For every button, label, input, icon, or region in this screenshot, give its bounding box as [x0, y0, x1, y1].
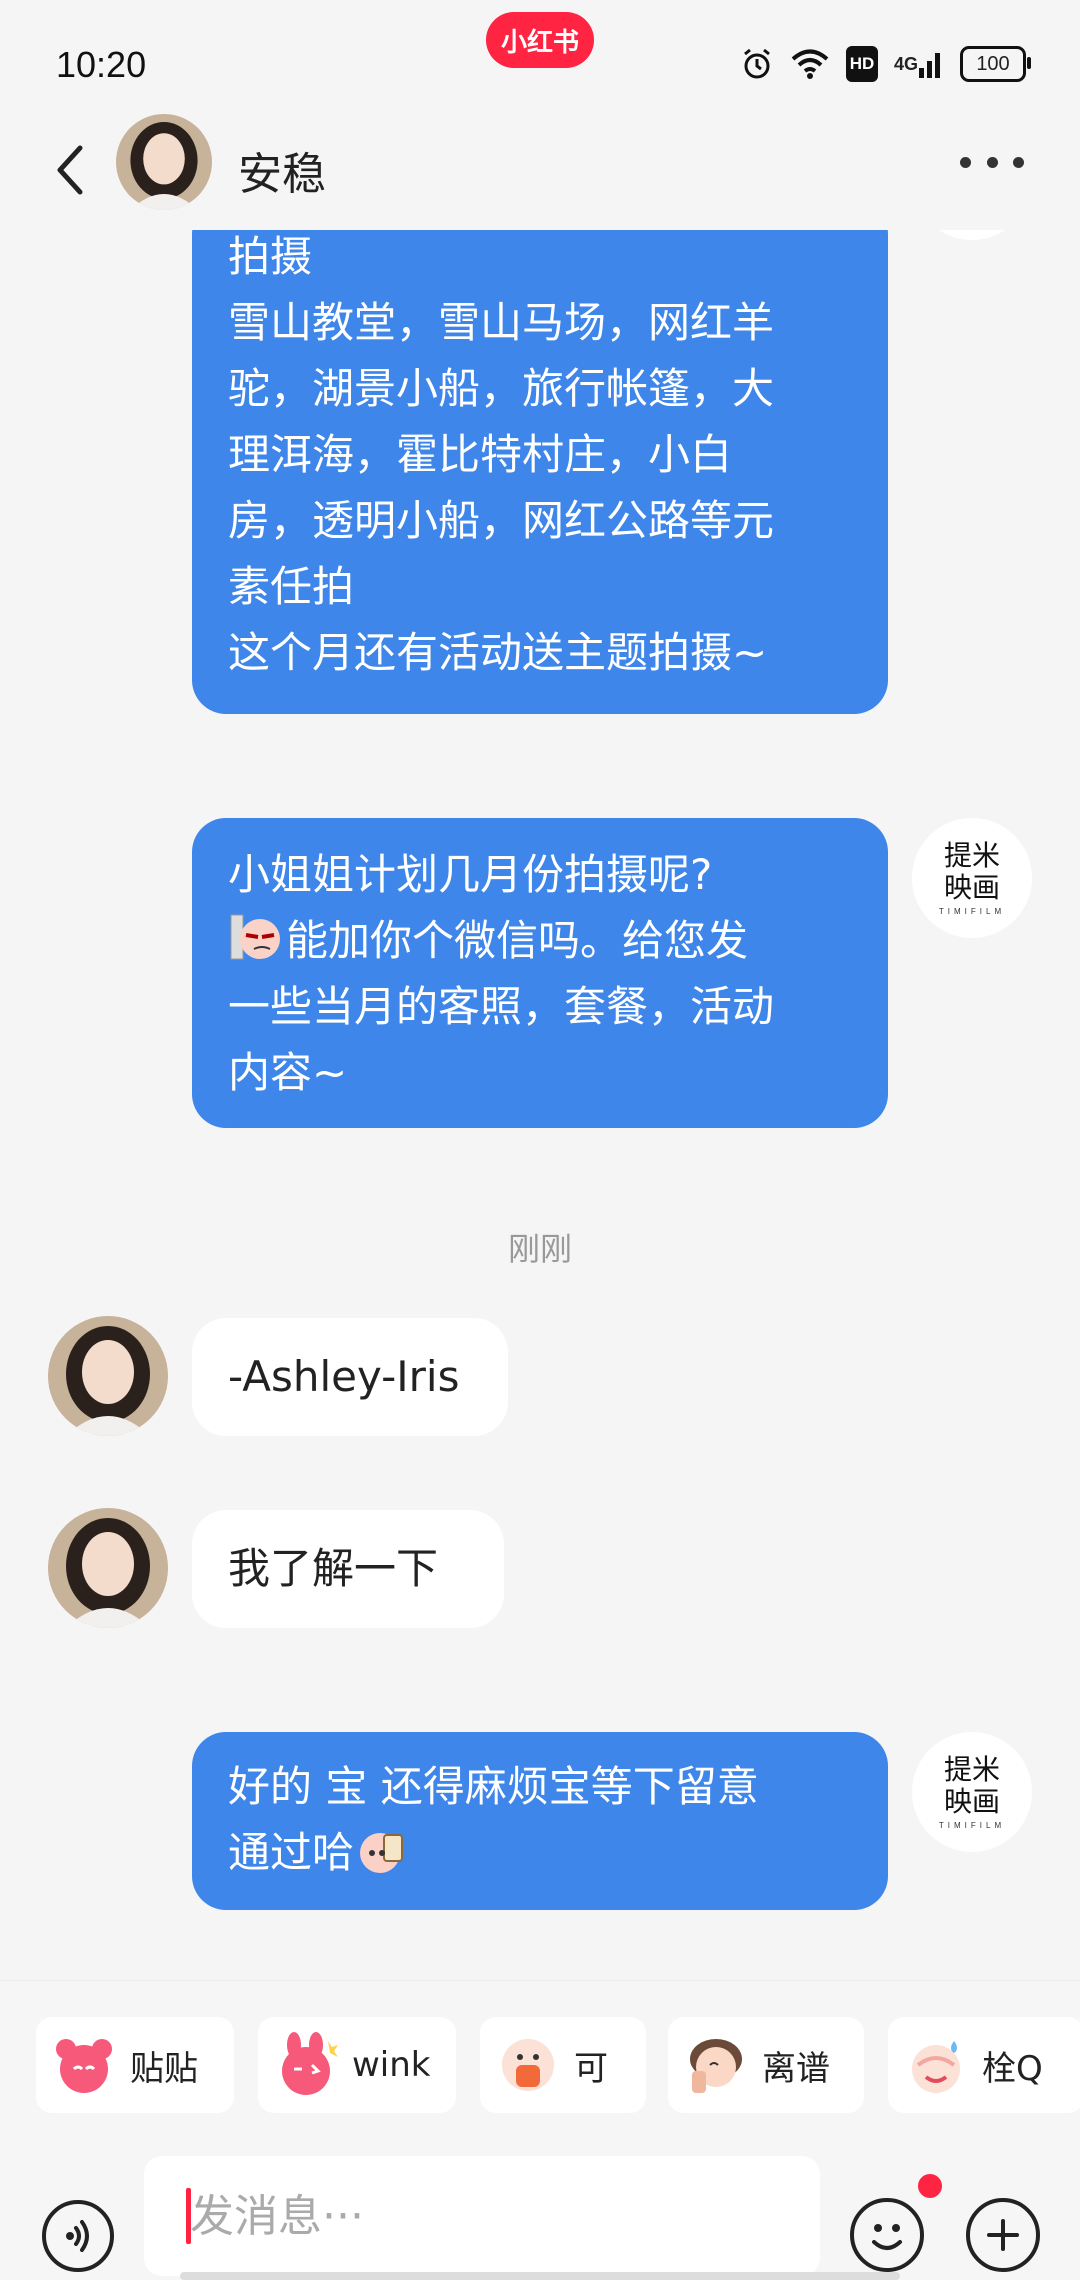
status-time: 10:20	[56, 44, 147, 85]
voice-icon	[66, 2220, 89, 2252]
quick-sticker-bar: 贴贴 wink 可 离谱 栓Q	[0, 1980, 1080, 2130]
contact-name[interactable]: 安稳	[238, 138, 326, 202]
status-icons: HD 4G 100	[740, 46, 1031, 82]
message-line: 这个月还有活动送主题拍摄~	[228, 628, 768, 677]
emoji-button[interactable]	[850, 2198, 924, 2272]
bubbletea-sticker-icon	[360, 1833, 404, 1873]
message-line: 房，透明小船，网红公路等元	[228, 496, 775, 545]
voice-button[interactable]	[42, 2200, 114, 2272]
quick-sticker-chip[interactable]: 可	[480, 2017, 646, 2113]
smiley-icon	[872, 2224, 902, 2250]
more-options-button[interactable]	[960, 150, 1024, 174]
message-line: 好的 宝 还得麻烦宝等下留意	[228, 1762, 759, 1811]
wink-sticker-icon	[282, 2032, 338, 2095]
facepalm-sticker-icon	[690, 2039, 742, 2093]
quick-sticker-label: 贴贴	[130, 2048, 198, 2089]
quick-sticker-chip[interactable]: 栓Q	[888, 2017, 1080, 2113]
message-text: 我了解一下	[228, 1544, 439, 1593]
message-bubble-out[interactable]: 好的 宝 还得麻烦宝等下留意 通过哈	[192, 1732, 888, 1910]
battery-icon: 100	[960, 46, 1031, 82]
message-line: 内容~	[228, 1048, 348, 1097]
text-caret	[186, 2188, 191, 2244]
smirk-sticker-icon	[230, 914, 280, 960]
message-line: 雪山教堂，雪山马场，网红羊	[228, 298, 775, 347]
message-line: 素任拍	[228, 562, 355, 611]
status-bar: 10:20 小红书 HD 4G 100	[0, 0, 1080, 110]
message-line: 理洱海，霍比特村庄，小白	[228, 430, 733, 479]
contact-avatar[interactable]	[116, 114, 212, 210]
quick-sticker-label: wink	[352, 2045, 431, 2085]
signal-icon: 4G	[894, 46, 944, 82]
message-line: 一些当月的客照，套餐，活动	[228, 982, 775, 1031]
quick-sticker-chip[interactable]: 离谱	[668, 2017, 864, 2113]
app-badge: 小红书	[486, 12, 594, 68]
message-bubble-in[interactable]: 我了解一下	[192, 1510, 504, 1628]
message-text: 能加你个微信吗。给您发	[286, 916, 749, 965]
chat-header: 安稳	[0, 110, 1080, 230]
quick-sticker-label: 栓Q	[982, 2048, 1043, 2089]
notification-dot	[918, 2174, 942, 2198]
message-line: 能加你个微信吗。给您发	[228, 908, 852, 974]
quick-sticker-chip[interactable]: wink	[258, 2017, 456, 2113]
message-input[interactable]	[144, 2156, 820, 2276]
quick-sticker-label: 可	[574, 2048, 608, 2089]
brand-avatar-line1: 提米	[943, 1753, 1000, 1786]
thankyou-sticker-icon	[912, 2041, 960, 2093]
chevron-left-icon	[57, 145, 83, 195]
message-line: 拍摄	[228, 232, 313, 281]
message-bubble-in[interactable]: -Ashley-Iris	[192, 1318, 508, 1436]
contact-avatar[interactable]	[48, 1316, 168, 1436]
quick-sticker-chip[interactable]: 贴贴	[36, 2017, 234, 2113]
brand-avatar[interactable]: 提米 映画 TIMIFILM	[912, 818, 1032, 938]
plus-button[interactable]	[966, 2198, 1040, 2272]
brand-avatar-line2: 映画	[943, 871, 1000, 904]
dot-icon	[1013, 156, 1024, 168]
brand-avatar-sub: TIMIFILM	[938, 907, 1006, 916]
brand-avatar-line2: 映画	[943, 1785, 1000, 1818]
message-bubble-out[interactable]: 拍摄 雪山教堂，雪山马场，网红羊 驼，湖景小船，旅行帐篷，大 理洱海，霍比特村庄…	[192, 200, 888, 714]
home-indicator[interactable]	[180, 2272, 900, 2280]
message-line: 通过哈	[228, 1820, 852, 1886]
wifi-icon	[790, 46, 830, 82]
back-button[interactable]	[44, 134, 100, 206]
message-text: -Ashley-Iris	[228, 1352, 460, 1401]
ok-sticker-icon	[502, 2039, 554, 2091]
quick-sticker-label: 离谱	[762, 2048, 830, 2089]
input-bar	[0, 2130, 1080, 2280]
message-bubble-out[interactable]: 小姐姐计划几月份拍摄呢? 能加你个微信吗。给您发 一些当月的客照，套餐，活动 内…	[192, 818, 888, 1128]
alarm-icon	[740, 46, 774, 82]
brand-avatar[interactable]: 提米 映画 TIMIFILM	[912, 1732, 1032, 1852]
brand-avatar-sub: TIMIFILM	[938, 1821, 1006, 1830]
hd-icon: HD	[845, 46, 878, 82]
dot-icon	[960, 156, 971, 168]
message-timestamp: 刚刚	[507, 1230, 572, 1268]
dot-icon	[986, 156, 998, 168]
message-line: 驼，湖景小船，旅行帐篷，大	[228, 364, 775, 413]
message-text: 通过哈	[228, 1828, 355, 1877]
contact-avatar[interactable]	[48, 1508, 168, 1628]
hug-sticker-icon	[56, 2039, 112, 2093]
brand-avatar-line1: 提米	[943, 839, 1000, 872]
network-type: 4G	[893, 53, 918, 74]
message-line: 小姐姐计划几月份拍摄呢?	[228, 850, 713, 899]
